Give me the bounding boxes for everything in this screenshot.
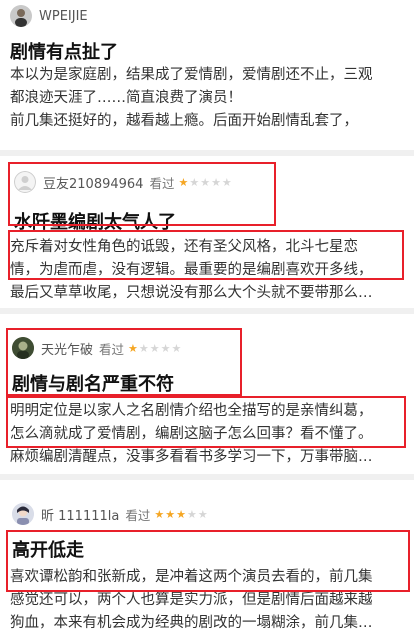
review-line: 最后又草草收尾，只想说没有那么大个头就不要带那么… (10, 285, 373, 301)
review-username[interactable]: 豆友210894964 (43, 173, 143, 192)
review-username[interactable]: 昕 111111la (41, 505, 119, 524)
review-excerpt[interactable]: 明明定位是以家人之名剧情介绍也全描写的是亲情纠葛， 怎么滴就成了爱情剧，编剧这脑… (10, 400, 406, 469)
review-line: 都浪迹天涯了……简直浪费了演员！ (10, 90, 242, 106)
review-user-row: 天光乍破 看过 ★★★★★ (12, 336, 182, 360)
review-username[interactable]: 天光乍破 (41, 339, 93, 358)
watched-label: 看过 (125, 507, 151, 523)
review-line: 明明定位是以家人之名剧情介绍也全描写的是亲情纠葛， (10, 403, 373, 419)
review-excerpt[interactable]: 本以为是家庭剧，结果成了爱情剧，爱情剧还不止，三观 都浪迹天涯了……简直浪费了演… (10, 64, 406, 133)
review-title[interactable]: 剧情有点扯了 (10, 38, 118, 64)
rating-stars: ★★★★★ (178, 176, 232, 189)
review-line: 情，为虐而虐，没有逻辑。最重要的是编剧喜欢开多线， (10, 262, 373, 278)
review-line: 麻烦编剧清醒点，没事多看看书多学习一下，万事带脑… (10, 449, 373, 465)
review-username[interactable]: WPEIJIE (39, 9, 88, 24)
rating-stars: ★★★★★ (154, 508, 208, 521)
review-card[interactable]: WPEIJIE 剧情有点扯了 本以为是家庭剧，结果成了爱情剧，爱情剧还不止，三观… (0, 0, 414, 150)
review-card[interactable]: 天光乍破 看过 ★★★★★ 剧情与剧名严重不符 明明定位是以家人之名剧情介绍也全… (0, 314, 414, 474)
star-icon: ★★★★ (138, 341, 183, 355)
review-line: 喜欢谭松韵和张新成，是冲着这两个演员去看的，前几集 (10, 569, 373, 585)
review-card[interactable]: 豆友210894964 看过 ★★★★★ 水阡墨编剧太气人了 充斥着对女性角色的… (0, 156, 414, 308)
review-excerpt[interactable]: 充斥着对女性角色的诋毁，还有圣父风格，北斗七星恋 情，为虐而虐，没有逻辑。最重要… (10, 236, 406, 305)
review-user-row: 豆友210894964 看过 ★★★★★ (14, 170, 233, 194)
star-icon: ★★ (186, 507, 209, 521)
review-line: 怎么滴就成了爱情剧，编剧这脑子怎么回事？看不懂了。 (10, 426, 373, 442)
star-icon: ★ (128, 341, 139, 355)
star-icon: ★★★★ (189, 175, 233, 189)
star-icon: ★★★ (154, 507, 187, 521)
avatar[interactable] (12, 503, 34, 525)
review-line: 本以为是家庭剧，结果成了爱情剧，爱情剧还不止，三观 (10, 67, 373, 83)
review-user-row: WPEIJIE (10, 4, 88, 28)
avatar[interactable] (10, 5, 32, 27)
review-excerpt[interactable]: 喜欢谭松韵和张新成，是冲着这两个演员去看的，前几集 感觉还可以，两个人也算是实力… (10, 566, 406, 635)
star-icon: ★ (178, 175, 190, 189)
rating-stars: ★★★★★ (128, 342, 182, 355)
review-title[interactable]: 水阡墨编剧太气人了 (14, 208, 176, 234)
review-user-row: 昕 111111la 看过 ★★★★★ (12, 502, 209, 526)
review-line: 充斥着对女性角色的诋毁，还有圣父风格，北斗七星恋 (10, 239, 358, 255)
review-title[interactable]: 高开低走 (12, 536, 84, 562)
watched-label: 看过 (99, 341, 125, 357)
avatar[interactable] (14, 171, 36, 193)
review-title[interactable]: 剧情与剧名严重不符 (12, 370, 174, 396)
avatar[interactable] (12, 337, 34, 359)
review-line: 狗血，本来有机会成为经典的剧改的一塌糊涂，前几集… (10, 615, 373, 631)
review-line: 感觉还可以，两个人也算是实力派，但是剧情后面越来越 (10, 592, 373, 608)
review-card[interactable]: 昕 111111la 看过 ★★★★★ 高开低走 喜欢谭松韵和张新成，是冲着这两… (0, 480, 414, 637)
review-line: 前几集还挺好的，越看越上瘾。后面开始剧情乱套了， (10, 113, 358, 129)
watched-label: 看过 (149, 175, 175, 191)
